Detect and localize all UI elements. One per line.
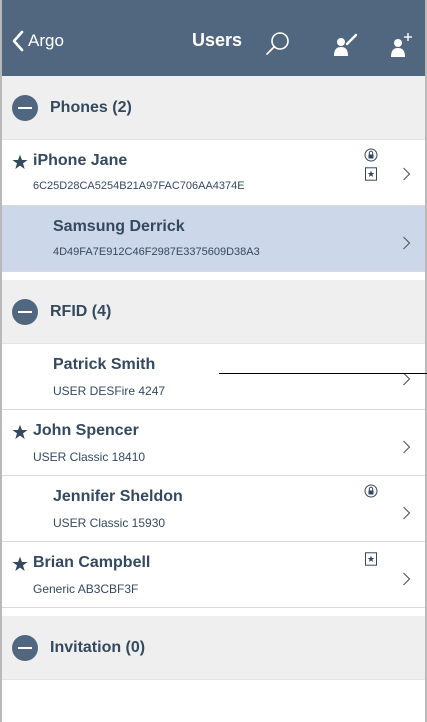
chevron-right-icon — [402, 236, 411, 250]
collapse-toggle-button[interactable] — [12, 298, 38, 325]
device-id: 4D49FA7E912C46F2987E3375609D38A3 — [53, 246, 260, 258]
device-name: Samsung Derrick — [53, 218, 185, 235]
assign-key-icon[interactable] — [332, 30, 360, 58]
lock-icon — [364, 484, 378, 498]
list-item-brian-campbell[interactable]: Brian Campbell Generic AB3CBF3F — [2, 542, 425, 608]
section-phones: Phones (2) — [2, 76, 425, 140]
credential-label: Generic AB3CBF3F — [33, 582, 139, 596]
star-icon — [12, 556, 28, 572]
user-name: Brian Campbell — [33, 554, 151, 571]
chevron-left-icon — [12, 30, 24, 52]
chevron-right-icon — [402, 167, 411, 181]
user-name: Patrick Smith — [53, 356, 156, 373]
user-name: John Spencer — [33, 422, 139, 439]
section-rfid: RFID (4) — [2, 280, 425, 344]
app-frame: Argo Users Phones (2) iPhone Jane 6C25D2… — [0, 0, 427, 722]
list-item-iphone-jane[interactable]: iPhone Jane 6C25D28CA5254B21A97FAC706AA4… — [2, 140, 425, 206]
chevron-right-icon — [402, 506, 411, 520]
page-title: Users — [192, 30, 243, 50]
list-item-patrick-smith[interactable]: Patrick Smith USER DESFire 4247 — [2, 344, 425, 410]
back-button[interactable]: Argo — [12, 28, 64, 54]
chevron-right-icon — [402, 572, 411, 586]
list-item-jennifer-sheldon[interactable]: Jennifer Sheldon USER Classic 15930 — [2, 476, 425, 542]
credential-label: USER DESFire 4247 — [53, 384, 166, 398]
star-icon — [12, 424, 28, 440]
list-item-john-spencer[interactable]: John Spencer USER Classic 18410 — [2, 410, 425, 476]
collapse-toggle-button[interactable] — [12, 634, 38, 661]
search-icon[interactable] — [264, 30, 292, 58]
chevron-right-icon — [402, 372, 411, 386]
card-star-icon — [364, 552, 378, 566]
device-name: iPhone Jane — [33, 152, 128, 169]
divider-line — [219, 373, 427, 374]
device-id: 6C25D28CA5254B21A97FAC706AA4374E — [33, 180, 245, 192]
chevron-right-icon — [402, 440, 411, 454]
lock-icon — [364, 148, 378, 162]
section-title: Phones (2) — [50, 98, 132, 116]
credential-label: USER Classic 15930 — [53, 516, 166, 530]
section-title: RFID (4) — [50, 302, 112, 320]
user-name: Jennifer Sheldon — [53, 488, 183, 505]
section-invitation: Invitation (0) — [2, 616, 425, 680]
list-item-samsung-derrick[interactable]: Samsung Derrick 4D49FA7E912C46F2987E3375… — [2, 206, 425, 272]
collapse-toggle-button[interactable] — [12, 94, 38, 121]
star-icon — [12, 154, 28, 170]
section-title: Invitation (0) — [50, 638, 146, 656]
card-star-icon — [364, 167, 378, 181]
add-user-icon[interactable] — [388, 30, 416, 58]
back-button-label: Argo — [28, 31, 64, 50]
credential-label: USER Classic 18410 — [33, 450, 146, 464]
nav-bar: Argo Users — [2, 0, 425, 76]
